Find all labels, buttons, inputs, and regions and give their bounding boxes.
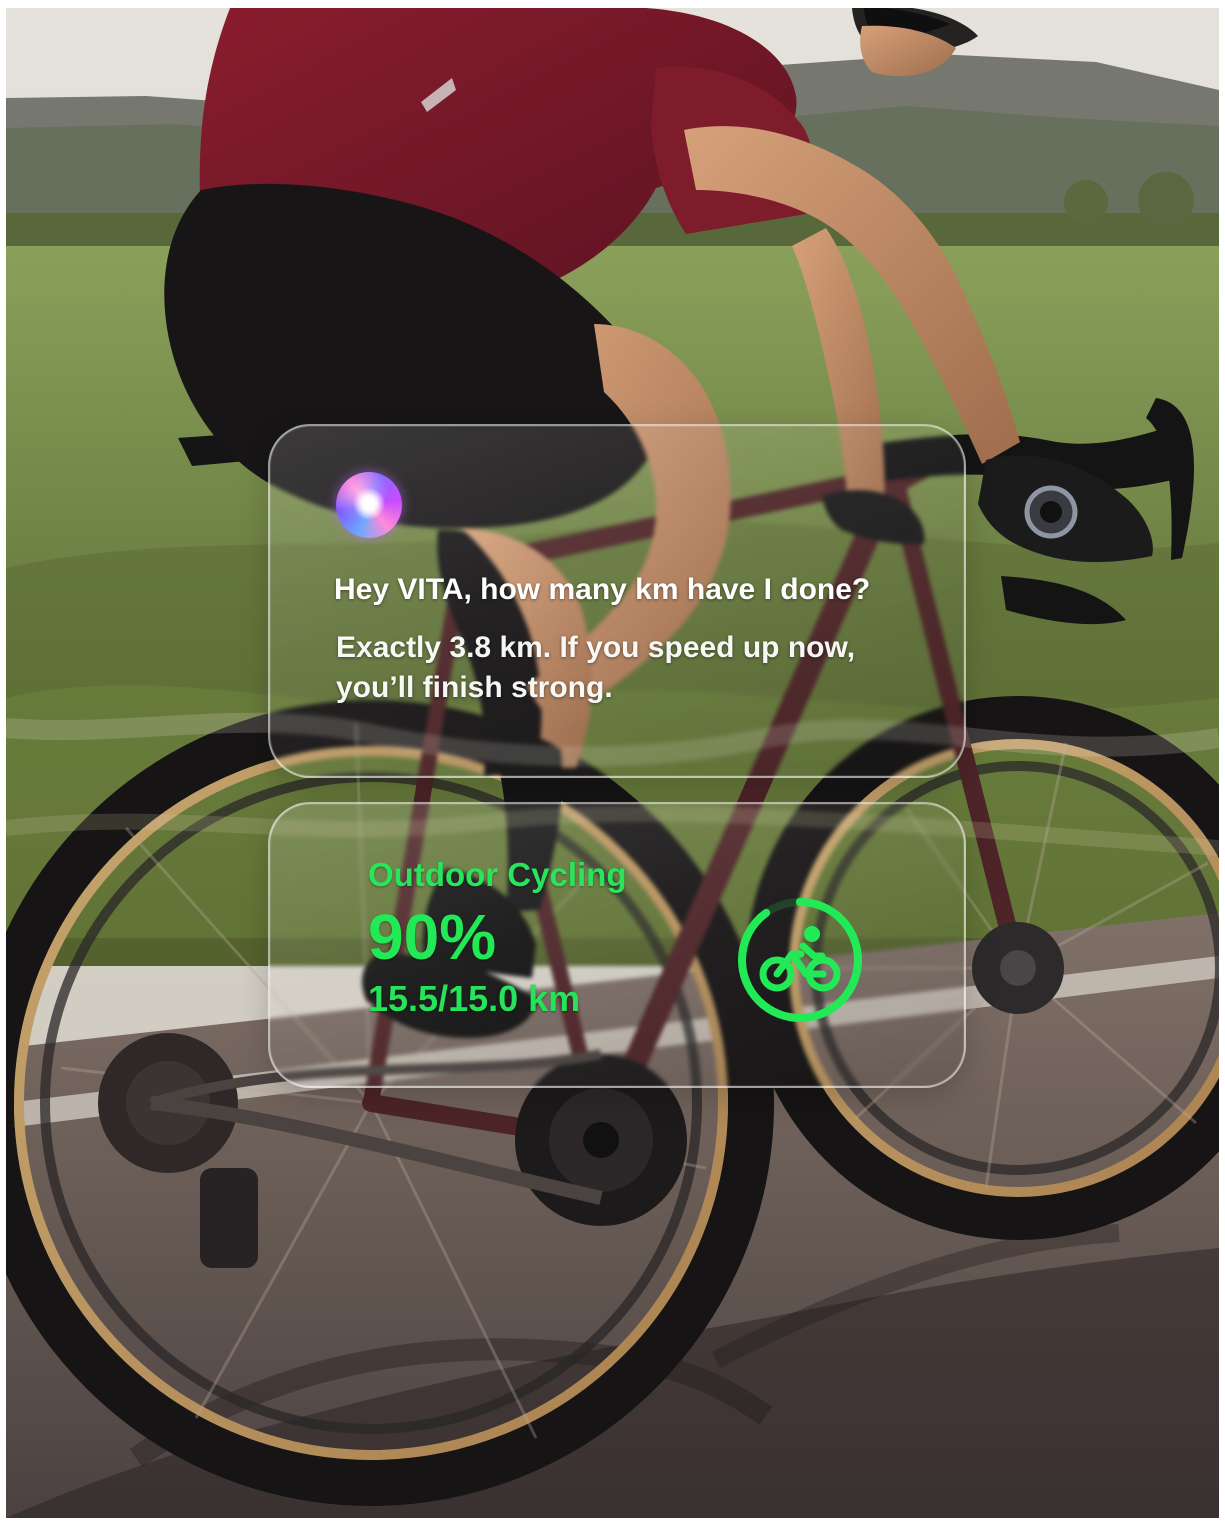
workout-title: Outdoor Cycling [368,856,627,893]
workout-card: Outdoor Cycling 90% 15.5/15.0 km [268,802,966,1088]
assistant-card: Hey VITA, how many km have I done? Exact… [268,424,966,778]
bicycle-rider-head [804,926,820,942]
assistant-question-text: Hey VITA, how many km have I done? [334,573,871,606]
vita-assistant-icon [336,472,402,538]
workout-distance: 15.5/15.0 km [368,978,581,1019]
workout-progress-percent: 90% [368,901,497,973]
progress-ring-svg [738,898,862,1022]
assistant-answer-text: Exactly 3.8 km. If you speed up now, you… [336,631,856,704]
workout-progress-ring [730,890,870,1030]
bicycle-icon [759,942,841,992]
